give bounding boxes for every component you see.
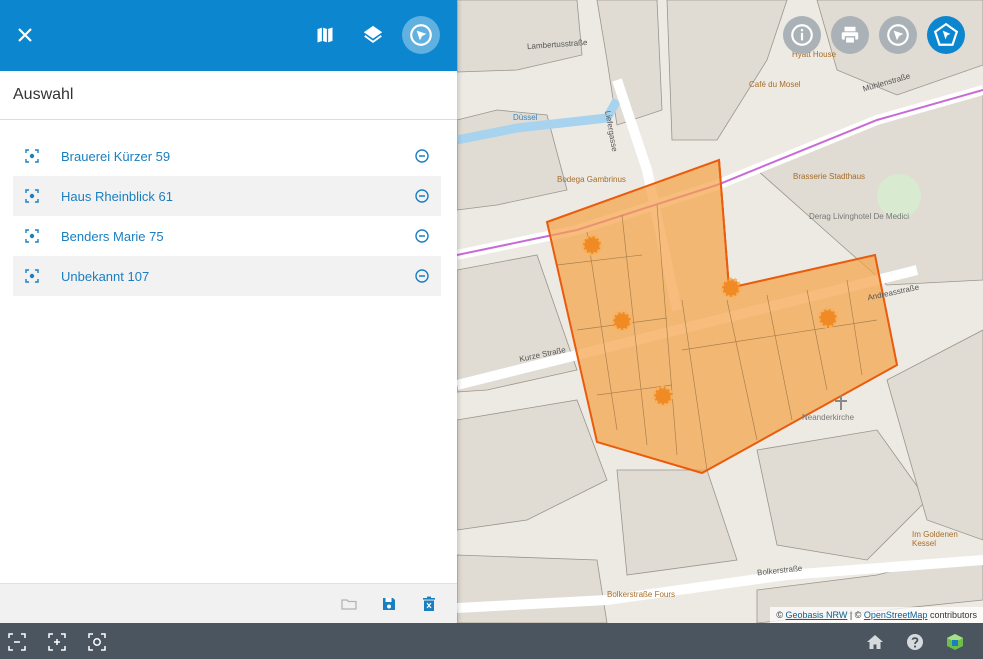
status-bar: [0, 623, 983, 659]
polygon-select-button[interactable]: [927, 16, 965, 54]
select-cursor-icon: [887, 24, 909, 46]
help-icon[interactable]: [906, 633, 924, 651]
home-icon[interactable]: [866, 633, 884, 651]
app-logo-icon[interactable]: [946, 633, 964, 651]
print-button[interactable]: [831, 16, 869, 54]
panel-footer: [0, 583, 457, 624]
remove-icon[interactable]: [415, 269, 429, 283]
close-button[interactable]: [6, 16, 44, 54]
list-item[interactable]: Brauerei Kürzer 59: [13, 136, 441, 176]
zoom-selection-icon[interactable]: [48, 633, 66, 651]
list-item[interactable]: Unbekannt 107: [13, 256, 441, 296]
osm-link[interactable]: OpenStreetMap: [864, 610, 928, 620]
geobasis-link[interactable]: Geobasis NRW: [786, 610, 848, 620]
info-button[interactable]: [783, 16, 821, 54]
list-item[interactable]: Benders Marie 75: [13, 216, 441, 256]
map-button[interactable]: [306, 16, 344, 54]
map-view[interactable]: Lambertusstraße Liefergasse Mühlenstraße…: [457, 0, 983, 623]
remove-icon[interactable]: [415, 149, 429, 163]
zoom-to-icon[interactable]: [25, 229, 39, 243]
list-item[interactable]: Haus Rheinblick 61: [13, 176, 441, 216]
select-mode-button[interactable]: [402, 16, 440, 54]
list-item-label[interactable]: Haus Rheinblick 61: [61, 189, 173, 204]
zoom-item-icon[interactable]: [88, 633, 106, 651]
folder-icon[interactable]: [341, 596, 357, 612]
zoom-to-icon[interactable]: [25, 269, 39, 283]
save-icon[interactable]: [381, 596, 397, 612]
zoom-to-icon[interactable]: [25, 149, 39, 163]
close-icon: [18, 28, 32, 42]
list-item-label[interactable]: Brauerei Kürzer 59: [61, 149, 170, 164]
map-icon: [317, 27, 333, 43]
map-attribution: © Geobasis NRW | © OpenStreetMap contrib…: [770, 607, 983, 623]
selection-panel: Auswahl Brauerei Kürzer 59 Haus Rheinbli…: [0, 0, 457, 624]
delete-icon[interactable]: [421, 596, 437, 612]
panel-header: [0, 0, 457, 71]
zoom-to-icon[interactable]: [25, 189, 39, 203]
layers-button[interactable]: [354, 16, 392, 54]
info-icon: [791, 24, 813, 46]
select-tool-button[interactable]: [879, 16, 917, 54]
polygon-select-icon: [933, 22, 959, 46]
list-item-label[interactable]: Benders Marie 75: [61, 229, 164, 244]
list-item-label[interactable]: Unbekannt 107: [61, 269, 149, 284]
remove-icon[interactable]: [415, 229, 429, 243]
divider: [0, 119, 457, 120]
remove-icon[interactable]: [415, 189, 429, 203]
selection-list: Brauerei Kürzer 59 Haus Rheinblick 61 Be…: [13, 136, 441, 296]
layers-icon: [363, 25, 383, 44]
zoom-extent-icon[interactable]: [8, 633, 26, 651]
print-icon: [841, 26, 859, 44]
select-cursor-icon: [410, 24, 432, 46]
map-labels: Lambertusstraße Liefergasse Mühlenstraße…: [513, 37, 958, 599]
panel-title: Auswahl: [13, 86, 74, 103]
